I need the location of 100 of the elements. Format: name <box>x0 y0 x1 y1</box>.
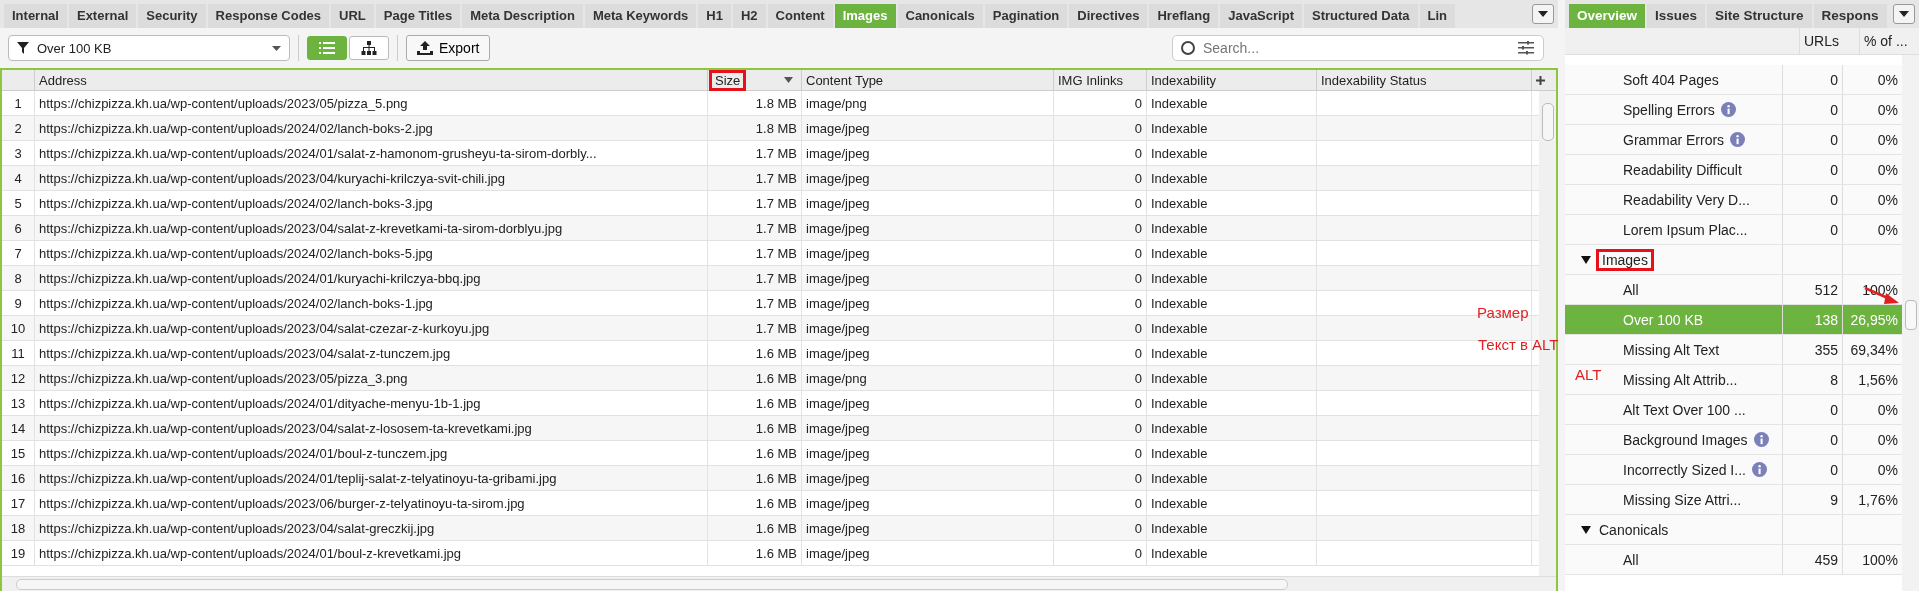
table-cell: 1.7 MB <box>755 145 797 161</box>
column-header[interactable]: URLs <box>1799 28 1859 54</box>
export-button[interactable]: Export <box>406 35 491 61</box>
table-cell: 1.6 MB <box>755 445 797 461</box>
row-number: 3 <box>2 141 35 165</box>
table-cell: Indexable <box>1151 470 1208 486</box>
table-cell: https://chizpizza.kh.ua/wp-content/uploads/2024/01/teplij-salat-z-telyatinoyu-ta-gribami.jpg <box>39 470 557 486</box>
table-cell: 0 <box>1134 195 1142 211</box>
tab[interactable]: Directives <box>1069 4 1148 28</box>
tab[interactable]: Response Codes <box>207 4 330 28</box>
tree-group-label[interactable]: Images <box>1599 251 1651 268</box>
tab[interactable]: Pagination <box>984 4 1068 28</box>
tree-item[interactable]: Lorem Ipsum Plac... 0 0% <box>1565 215 1902 245</box>
upload-icon <box>417 41 433 55</box>
tree-item[interactable]: Missing Size Attri... 9 1,76% <box>1565 485 1902 515</box>
row-number: 4 <box>2 166 35 190</box>
tree-item[interactable]: Readability Difficult 0 0% <box>1565 155 1902 185</box>
row-number: 12 <box>2 366 35 390</box>
tab[interactable]: Respons <box>1813 4 1887 28</box>
column-header[interactable]: IMG Inlinks <box>1054 70 1147 90</box>
table-cell: 1.6 MB <box>755 495 797 511</box>
table-cell: https://chizpizza.kh.ua/wp-content/uploads/2023/04/salat-z-krevetkami-ta-sirom-dorblyu.jpg <box>39 220 563 236</box>
tree-item[interactable]: Soft 404 Pages 0 0% <box>1565 65 1902 95</box>
table-cell: 0 <box>1134 420 1142 436</box>
tree-item[interactable]: Missing Alt Text 355 69,34% <box>1565 335 1902 365</box>
list-icon <box>319 42 335 54</box>
row-number: 6 <box>2 216 35 240</box>
expand-icon[interactable] <box>1581 525 1591 534</box>
expand-icon[interactable] <box>1581 255 1591 264</box>
row-number: 13 <box>2 391 35 415</box>
vertical-scrollbar[interactable] <box>1902 55 1919 591</box>
table-cell: 1.8 MB <box>755 120 797 136</box>
tab[interactable]: H1 <box>698 4 731 28</box>
tab[interactable]: Structured Data <box>1303 4 1418 28</box>
table-cell: 0 <box>1134 395 1142 411</box>
tree-item[interactable]: Incorrectly Sized I... 0 0% <box>1565 455 1902 485</box>
tree-view-button[interactable] <box>349 36 389 60</box>
tree-item[interactable]: All 459 100% <box>1565 545 1902 575</box>
tree-group-label[interactable]: Canonicals <box>1599 521 1669 538</box>
tab[interactable]: External <box>68 4 137 28</box>
filter-dropdown[interactable]: Over 100 KB <box>8 35 290 61</box>
tab[interactable]: H2 <box>732 4 766 28</box>
table-cell: https://chizpizza.kh.ua/wp-content/uploads/2023/04/salat-czezar-z-kurkoyu.jpg <box>39 320 490 336</box>
tab[interactable]: Canonicals <box>897 4 983 28</box>
info-icon <box>1720 102 1736 117</box>
tab[interactable]: URL <box>331 4 374 28</box>
info-icon <box>1753 432 1769 447</box>
table-cell: Indexable <box>1151 295 1208 311</box>
row-number: 2 <box>2 116 35 140</box>
table-cell: 0 <box>1134 95 1142 111</box>
row-number: 7 <box>2 241 35 265</box>
table-cell: 1.6 MB <box>755 395 797 411</box>
table-cell: Indexable <box>1151 520 1208 536</box>
tab[interactable]: Site Structure <box>1707 4 1812 28</box>
table-cell: Indexable <box>1151 120 1208 136</box>
column-header[interactable]: Content Type <box>802 70 1054 90</box>
table-cell: https://chizpizza.kh.ua/wp-content/uploads/2024/01/kuryachi-krilczya-bbq.jpg <box>39 270 481 286</box>
tab[interactable]: Hreflang <box>1149 4 1219 28</box>
tab[interactable]: Security <box>138 4 206 28</box>
filter-settings-icon <box>1518 41 1534 55</box>
tab[interactable]: Meta Keywords <box>584 4 697 28</box>
hierarchy-icon <box>361 41 377 55</box>
table-cell: Indexable <box>1151 420 1208 436</box>
table-cell: 0 <box>1134 170 1142 186</box>
table-cell: 0 <box>1134 295 1142 311</box>
row-number: 1 <box>2 91 35 115</box>
tab[interactable]: Lin <box>1419 4 1455 28</box>
search-field[interactable]: Search... <box>1172 35 1544 61</box>
tree-item[interactable]: Readability Very D... 0 0% <box>1565 185 1902 215</box>
column-header[interactable]: Size <box>708 70 802 90</box>
table-cell: https://chizpizza.kh.ua/wp-content/uploads/2024/02/lanch-boks-2.jpg <box>39 120 433 136</box>
row-number: 15 <box>2 441 35 465</box>
table-cell: image/jpeg <box>806 395 870 411</box>
tabs-dropdown-button[interactable] <box>1532 4 1554 24</box>
tabs-dropdown-button[interactable] <box>1893 4 1915 24</box>
column-header[interactable]: Indexability <box>1147 70 1317 90</box>
table-cell: https://chizpizza.kh.ua/wp-content/uploads/2023/04/salat-z-lososem-ta-krevetkami.jpg <box>39 420 532 436</box>
info-icon <box>1751 462 1767 477</box>
table-cell: 1.6 MB <box>755 470 797 486</box>
column-header[interactable]: Indexability Status <box>1317 70 1532 90</box>
row-number: 14 <box>2 416 35 440</box>
tab[interactable]: JavaScript <box>1220 4 1302 28</box>
table-cell: Indexable <box>1151 445 1208 461</box>
column-header[interactable]: Address <box>35 70 708 90</box>
caret-icon <box>272 45 281 51</box>
tree-item[interactable]: Alt Text Over 100 ... 0 0% <box>1565 395 1902 425</box>
table-cell: https://chizpizza.kh.ua/wp-content/uploads/2024/02/lanch-boks-3.jpg <box>39 195 433 211</box>
tree-item[interactable]: Background Images 0 0% <box>1565 425 1902 455</box>
tree-item[interactable]: Spelling Errors 0 0% <box>1565 95 1902 125</box>
add-column-icon[interactable] <box>1535 75 1545 85</box>
tab[interactable]: Meta Description <box>462 4 583 28</box>
tab[interactable]: Content <box>767 4 833 28</box>
tree-item[interactable]: Grammar Errors 0 0% <box>1565 125 1902 155</box>
horizontal-scrollbar[interactable] <box>2 576 1556 591</box>
table-cell: 1.7 MB <box>755 295 797 311</box>
table-cell: 0 <box>1134 270 1142 286</box>
column-header[interactable]: % of ... <box>1859 28 1919 54</box>
tab[interactable]: Internal <box>4 4 67 28</box>
tab[interactable]: Page Titles <box>375 4 461 28</box>
tab[interactable]: Issues <box>1647 4 1706 28</box>
